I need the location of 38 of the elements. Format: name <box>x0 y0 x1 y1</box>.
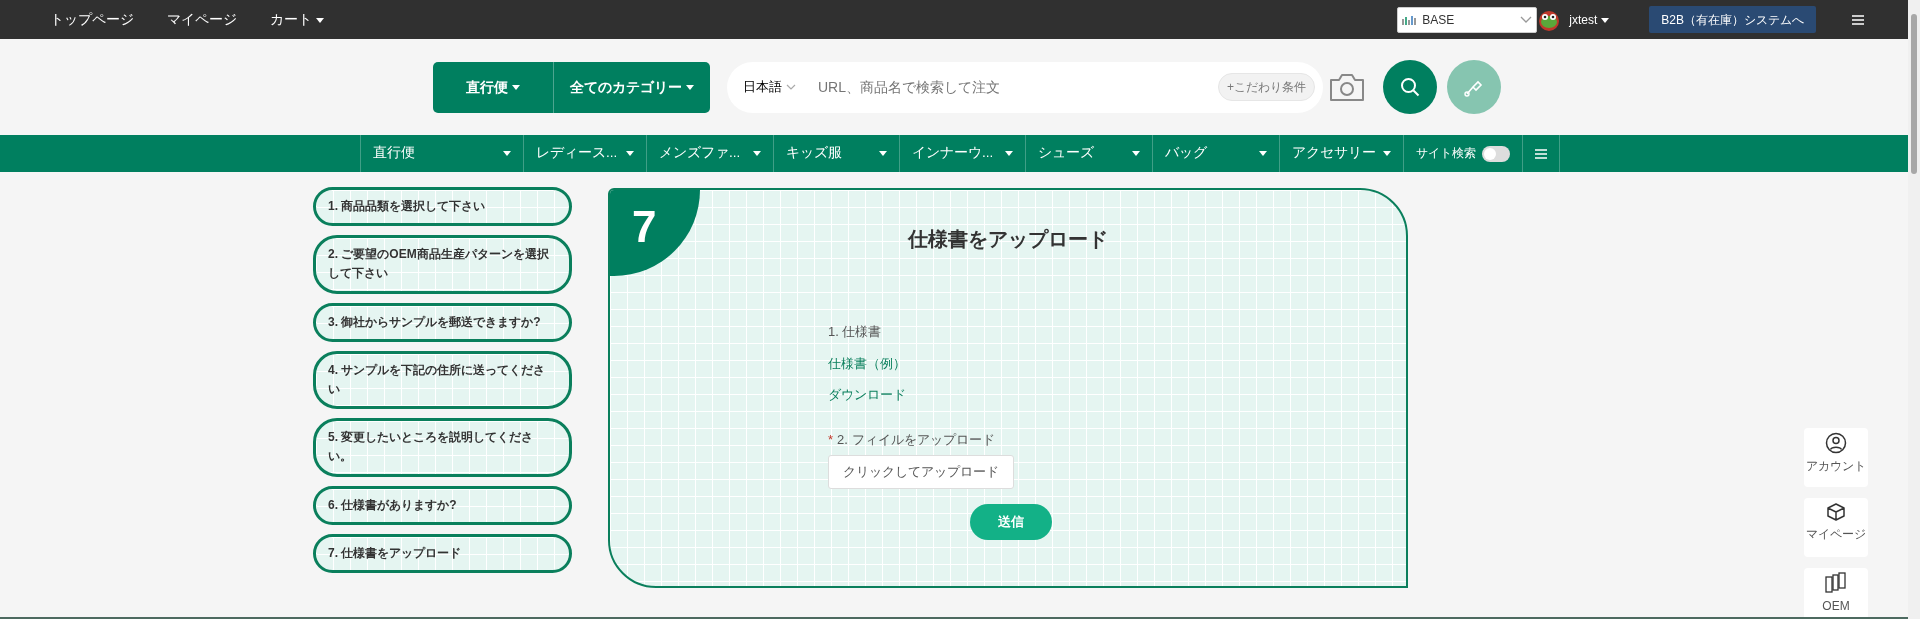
card-title: 仕様書をアップロード <box>908 228 1108 250</box>
step-item[interactable]: 3. 御社からサンプルを郵送できますか? <box>313 302 572 342</box>
search-bar[interactable]: 日本語 URL、商品名で検索して注文 +こだわり条件 <box>727 61 1323 113</box>
category-tab[interactable]: インナーウ... <box>899 135 1025 172</box>
required-mark: * <box>828 430 834 449</box>
download-link[interactable]: ダウンロード <box>828 385 906 405</box>
site-search-label: サイト検索 <box>1416 145 1476 161</box>
category-tab[interactable]: レディース... <box>523 135 646 172</box>
category-dropdown[interactable]: 全てのカテゴリー <box>553 61 710 113</box>
upload-button[interactable]: クリックしてアップロード <box>828 455 1014 489</box>
nav-link[interactable]: トップページ <box>50 9 134 30</box>
side-widget-button[interactable]: マイページ <box>1804 498 1868 557</box>
side-widget-button[interactable]: アカウント <box>1804 428 1868 487</box>
category-tab[interactable]: アクセサリー <box>1279 135 1403 172</box>
nav-link[interactable]: マイページ <box>167 9 237 30</box>
step-number-badge: 7 <box>610 190 700 276</box>
step-item[interactable]: 1. 商品品類を選択して下さい <box>313 187 572 227</box>
example-link[interactable]: 仕様書（例） <box>828 353 906 373</box>
dropdown-link[interactable]: カート <box>270 9 324 30</box>
step-item[interactable]: 5. 変更したいところを説明してください。 <box>313 418 572 477</box>
store-select[interactable]: BASE <box>1397 6 1538 33</box>
user-menu[interactable]: jxtest <box>1569 10 1610 29</box>
side-widget-button[interactable]: OEM <box>1804 568 1868 619</box>
category-tab[interactable]: メンズファ... <box>646 135 773 172</box>
step-item[interactable]: 4. サンプルを下記の住所に送ってください <box>313 350 572 410</box>
field-label: 1. 仕様書 <box>828 323 882 341</box>
language-select[interactable]: 日本語 <box>727 73 804 101</box>
category-tab[interactable]: キッズ服 <box>773 135 899 172</box>
category-tab[interactable]: 直行便 <box>360 135 523 172</box>
step-item[interactable]: 2. ご要望のOEM商品生産パターンを選択して下さい <box>313 235 572 294</box>
field-label: 2. フィイルをアップロード <box>837 430 995 449</box>
category-tab[interactable]: バッグ <box>1152 135 1279 172</box>
filter-chip[interactable]: +こだわり条件 <box>1218 73 1315 101</box>
category-tab[interactable]: シューズ <box>1025 135 1152 172</box>
step-item[interactable]: 6. 仕様書がありますか? <box>313 485 572 525</box>
b2b-button[interactable]: B2B（有在庫）システムへ <box>1649 6 1816 33</box>
step-item[interactable]: 7. 仕様書をアップロード <box>313 533 572 573</box>
shipping-dropdown[interactable]: 直行便 <box>433 61 553 113</box>
